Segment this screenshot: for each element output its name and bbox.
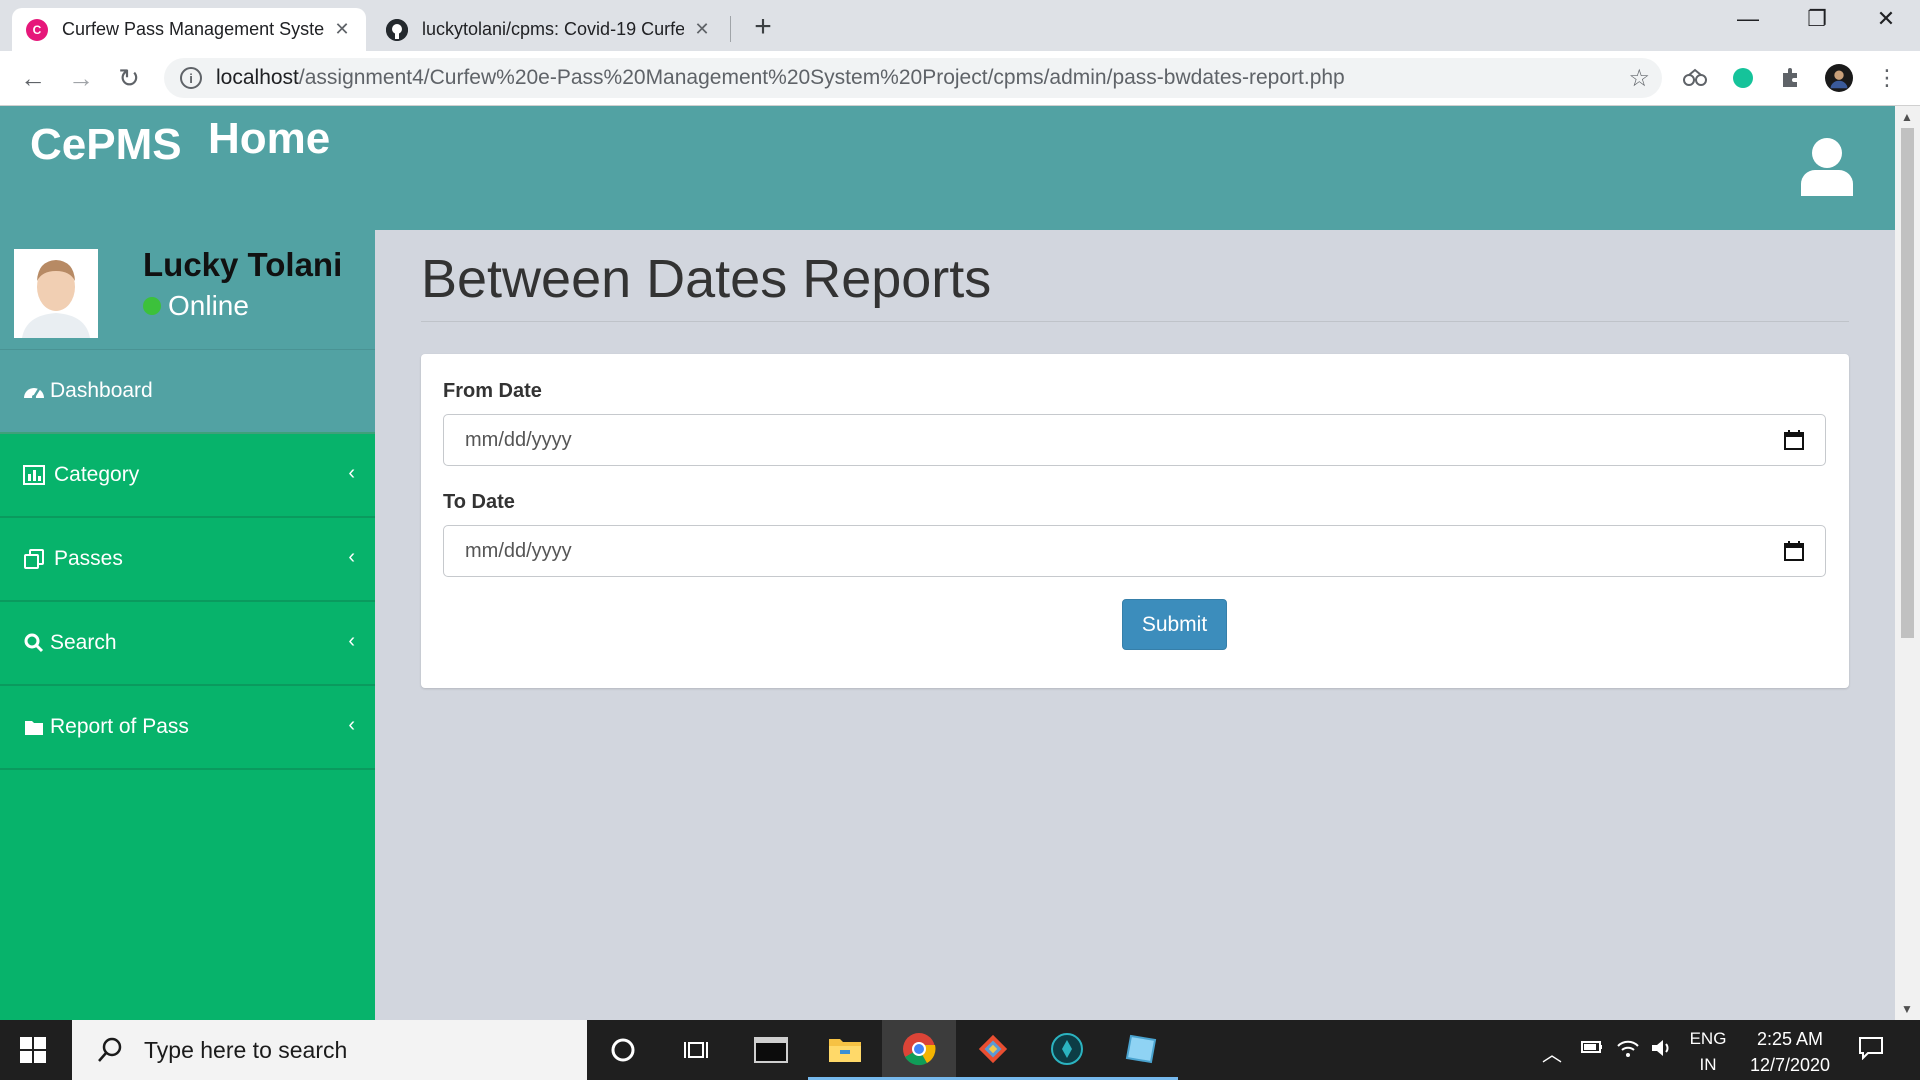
git-app-icon[interactable] [956,1020,1030,1080]
chevron-left-icon: ‹ [348,546,355,568]
tab-cepms[interactable]: C Curfew Pass Management System ✕ [12,8,366,51]
notes-app-icon[interactable] [1104,1020,1178,1080]
grammarly-extension-icon[interactable] [1729,64,1757,92]
tab-title: Curfew Pass Management System [62,19,324,39]
language-indicator[interactable]: ENG IN [1686,1026,1730,1078]
new-tab-button[interactable]: + [748,10,778,44]
wifi-icon[interactable] [1616,1038,1640,1064]
chevron-left-icon: ‹ [348,714,355,736]
terminal-app-icon[interactable] [734,1020,808,1080]
tab-close-icon[interactable]: ✕ [692,19,712,40]
search-icon [22,631,46,655]
copy-icon [22,547,46,571]
reload-icon[interactable]: ↻ [114,63,144,94]
notification-center-icon[interactable] [1858,1036,1884,1066]
sidebar-item-label: Search [50,631,117,654]
tab-github[interactable]: luckytolani/cpms: Covid-19 Curfew ✕ [372,8,726,51]
profile-avatar[interactable] [1825,64,1853,92]
sidebar-item-label: Report of Pass [50,715,189,738]
to-date-placeholder: mm/dd/yyyy [465,539,572,562]
user-icon[interactable] [1799,136,1855,196]
sidebar-item-dashboard[interactable]: Dashboard [0,350,375,434]
scroll-down-icon[interactable]: ▼ [1901,1002,1913,1016]
user-panel: Lucky Tolani Online [0,230,375,350]
chevron-left-icon: ‹ [348,462,355,484]
url-host: localhost [216,66,299,89]
vpn-app-icon[interactable] [1030,1020,1104,1080]
cepms-favicon-icon: C [26,18,48,41]
windows-start-icon[interactable] [20,1037,46,1063]
bookmark-star-icon[interactable]: ☆ [1628,64,1650,93]
bar-chart-icon [22,463,46,487]
page-title: Between Dates Reports [421,249,992,309]
tab-title: luckytolani/cpms: Covid-19 Curfew [422,19,684,39]
to-date-input[interactable]: mm/dd/yyyy [443,525,1826,577]
browser-tab-bar: C Curfew Pass Management System ✕ luckyt… [0,0,1920,51]
battery-icon[interactable] [1578,1038,1604,1062]
sidebar-item-label: Category [54,463,140,486]
chevron-left-icon: ‹ [348,630,355,652]
sidebar-item-search[interactable]: Search ‹ [0,602,375,686]
clock-date: 12/7/2020 [1749,1055,1831,1075]
online-status-icon [143,297,161,315]
chrome-app-icon[interactable] [882,1020,956,1080]
browser-toolbar: ← → ↻ i localhost/assignment4/Curfew%20e… [0,51,1920,106]
close-window-icon[interactable]: ✕ [1856,6,1916,32]
calendar-icon[interactable] [1783,540,1805,562]
from-date-label: From Date [443,380,542,402]
calendar-icon[interactable] [1783,429,1805,451]
page-scrollbar[interactable]: ▲ ▼ [1895,106,1920,1020]
from-date-input[interactable]: mm/dd/yyyy [443,414,1826,466]
report-form-box: From Date mm/dd/yyyy To Date mm/dd/yyyy … [421,354,1849,688]
sidebar-item-passes[interactable]: Passes ‹ [0,518,375,602]
address-bar[interactable]: i localhost/assignment4/Curfew%20e-Pass%… [164,58,1662,98]
main-content: Between Dates Reports From Date mm/dd/yy… [375,230,1895,1020]
tab-separator [730,16,731,42]
volume-icon[interactable] [1650,1038,1674,1064]
back-arrow-icon[interactable]: ← [18,63,48,94]
taskbar-search-placeholder: Type here to search [144,1036,348,1063]
sidebar: Lucky Tolani Online Dashboard Category ‹… [0,230,375,1020]
url-path: /assignment4/Curfew%20e-Pass%20Managemen… [298,66,1345,89]
sidebar-item-label: Dashboard [50,379,153,402]
avatar [14,249,98,338]
taskbar-clock[interactable]: 2:25 AM 12/7/2020 [1740,1026,1840,1078]
title-divider [421,321,1849,322]
site-info-icon[interactable]: i [180,67,202,89]
cortana-icon[interactable] [586,1020,660,1080]
sidebar-item-label: Passes [54,547,123,570]
user-name: Lucky Tolani [143,246,343,283]
from-date-placeholder: mm/dd/yyyy [465,428,572,451]
minimize-icon[interactable]: — [1718,6,1778,32]
brand-logo[interactable]: CePMS [30,120,182,170]
to-date-label: To Date [443,491,515,513]
tab-close-icon[interactable]: ✕ [332,19,352,40]
folder-icon [22,715,46,739]
region-code: IN [1699,1055,1717,1074]
github-favicon-icon [386,18,408,41]
sidebar-item-category[interactable]: Category ‹ [0,434,375,518]
extension-icon[interactable] [1681,64,1709,92]
home-link[interactable]: Home [208,114,330,164]
user-status: Online [143,290,249,322]
task-view-icon[interactable] [660,1020,734,1080]
browser-menu-icon[interactable]: ⋮ [1873,64,1901,92]
puzzle-extensions-icon[interactable] [1777,64,1805,92]
scrollbar-thumb[interactable] [1901,128,1914,638]
search-icon [98,1037,122,1062]
show-hidden-icons[interactable]: ︿ [1542,1038,1562,1067]
dashboard-icon [22,379,46,403]
app-header: CePMS Home [0,106,1895,230]
scroll-up-icon[interactable]: ▲ [1901,110,1913,124]
language-code: ENG [1689,1029,1727,1048]
windows-taskbar: Type here to search ︿ ENG IN 2:25 AM 12/… [0,1020,1920,1080]
file-explorer-icon[interactable] [808,1020,882,1080]
clock-time: 2:25 AM [1756,1029,1824,1049]
taskbar-search-box[interactable]: Type here to search [72,1020,587,1080]
submit-button[interactable]: Submit [1122,599,1227,650]
forward-arrow-icon[interactable]: → [66,63,96,94]
restore-icon[interactable]: ❐ [1787,6,1847,32]
status-label: Online [168,290,249,321]
sidebar-item-report-of-pass[interactable]: Report of Pass ‹ [0,686,375,770]
